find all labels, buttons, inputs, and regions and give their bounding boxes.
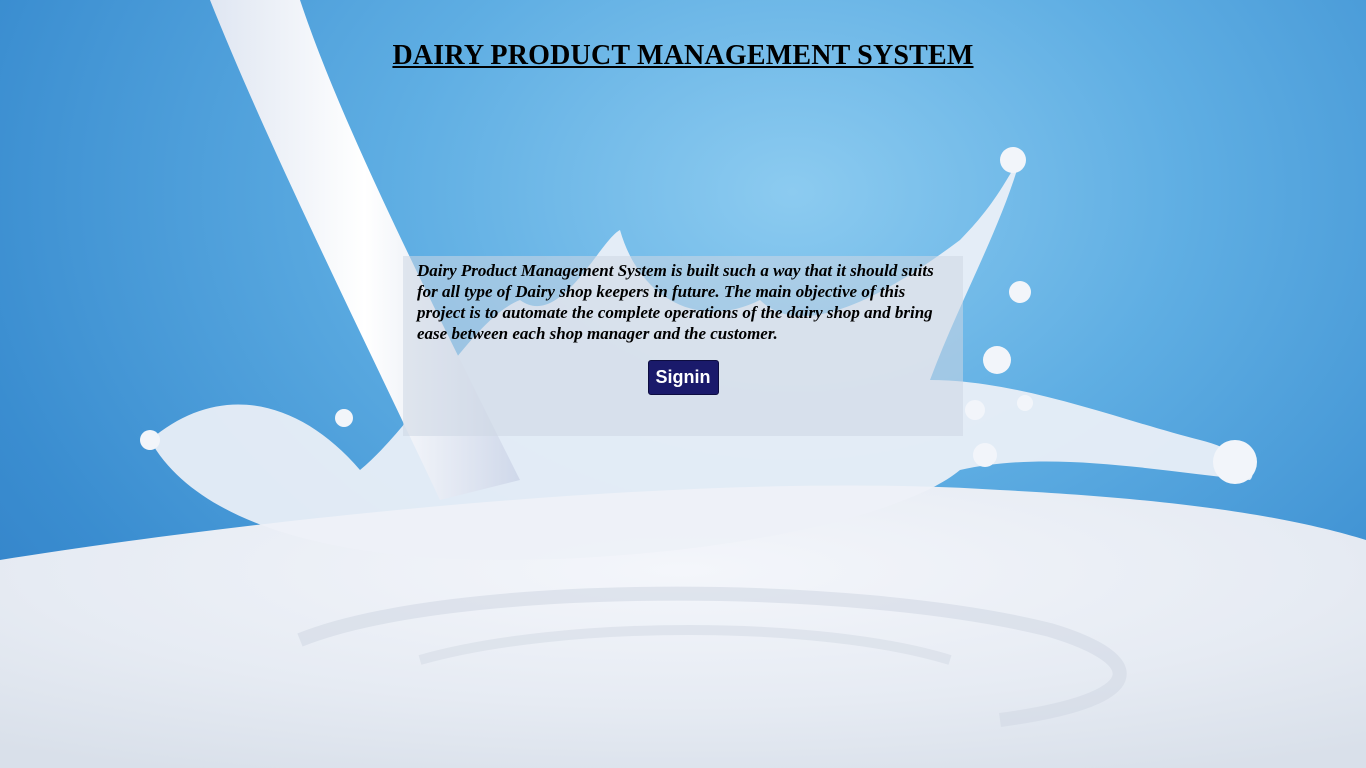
signin-button[interactable]: Signin [647, 360, 719, 395]
page-title: DAIRY PRODUCT MANAGEMENT SYSTEM [392, 40, 974, 71]
signin-button-container: Signin [417, 360, 949, 395]
intro-panel: Dairy Product Management System is built… [403, 256, 963, 436]
system-description: Dairy Product Management System is built… [417, 261, 934, 343]
